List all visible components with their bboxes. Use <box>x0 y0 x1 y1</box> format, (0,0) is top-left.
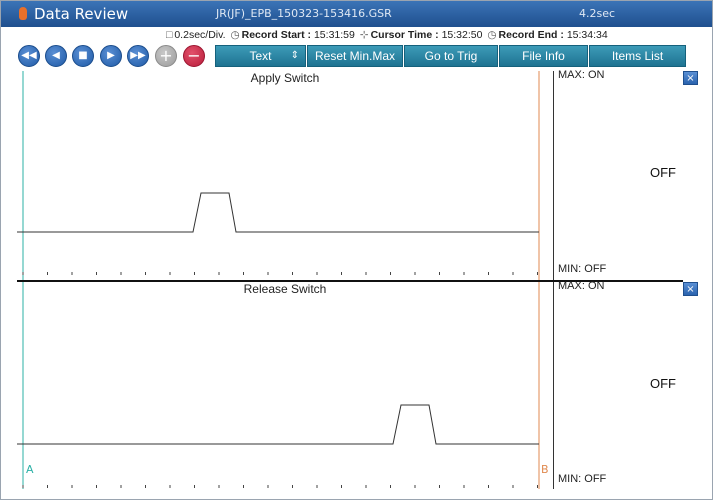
go-to-trig-button[interactable]: Go to Trig <box>404 45 498 67</box>
div-icon: □ <box>166 29 173 41</box>
release-switch-side: MAX: ON OFF MIN: OFF <box>553 280 682 489</box>
forward-fast-button[interactable]: ▶▶ <box>127 45 149 67</box>
file-name: JR(JF)_EPB_150323-153416.GSR <box>216 7 392 20</box>
play-icon: ▶ <box>107 50 115 61</box>
apply-switch-plot[interactable]: Apply Switch <box>17 71 553 280</box>
close-panel-button[interactable]: × <box>683 282 698 296</box>
close-icon: × <box>686 73 695 84</box>
app-icon <box>19 7 27 20</box>
max-label: MAX: ON <box>558 280 605 292</box>
text-select-label: Text <box>249 49 272 63</box>
cursor-time-value: 15:32:50 <box>441 29 483 41</box>
text-select[interactable]: Text ⇕ <box>215 45 306 67</box>
minus-icon: − <box>187 46 201 65</box>
current-value: OFF <box>650 376 676 391</box>
clock-end-icon: ◷ <box>487 29 497 41</box>
updown-icon: ⇕ <box>290 50 299 61</box>
min-label: MIN: OFF <box>558 263 607 275</box>
stop-button[interactable]: ■ <box>72 45 94 67</box>
max-label: MAX: ON <box>558 69 605 81</box>
cursor-time-label: Cursor Time : <box>370 29 439 41</box>
stop-icon: ■ <box>78 50 88 61</box>
release-switch-plot[interactable]: Release Switch A B <box>17 282 553 489</box>
window-title: Data Review <box>34 5 129 23</box>
time-axis-ticks <box>22 485 538 488</box>
close-icon: × <box>686 284 695 295</box>
title-bar: Data Review JR(JF)_EPB_150323-153416.GSR… <box>1 1 712 27</box>
file-info-button[interactable]: File Info <box>499 45 588 67</box>
info-line: □ 0.2sec/Div. ◷ Record Start : 15:31:59 ⊹ C… <box>164 29 608 43</box>
rewind-fast-icon: ◀◀ <box>21 50 37 61</box>
close-panel-button[interactable]: × <box>683 71 698 85</box>
apply-switch-waveform <box>17 71 540 280</box>
signal-trace <box>17 192 539 233</box>
release-switch-waveform <box>17 282 540 489</box>
signal-trace <box>17 404 539 445</box>
items-list-button[interactable]: Items List <box>589 45 686 67</box>
data-review-window: Data Review JR(JF)_EPB_150323-153416.GSR… <box>0 0 713 500</box>
step-back-button[interactable]: ◀ <box>45 45 67 67</box>
reset-minmax-button[interactable]: Reset Min.Max <box>307 45 403 67</box>
zoom-in-button[interactable]: + <box>155 45 177 67</box>
record-end-value: 15:34:34 <box>566 29 608 41</box>
min-label: MIN: OFF <box>558 473 607 485</box>
current-value: OFF <box>650 165 676 180</box>
plus-icon: + <box>159 46 173 65</box>
step-back-icon: ◀ <box>52 50 60 61</box>
time-axis-ticks <box>22 272 538 275</box>
rewind-fast-button[interactable]: ◀◀ <box>18 45 40 67</box>
record-start-value: 15:31:59 <box>313 29 355 41</box>
record-start-label: Record Start : <box>241 29 312 41</box>
zoom-out-button[interactable]: − <box>183 45 205 67</box>
cursor-b-label: B <box>541 463 549 476</box>
record-end-label: Record End : <box>498 29 564 41</box>
step-forward-button[interactable]: ▶ <box>100 45 122 67</box>
forward-fast-icon: ▶▶ <box>130 50 146 61</box>
duration-label: 4.2sec <box>579 7 616 20</box>
time-per-div: 0.2sec/Div. <box>174 29 226 41</box>
crosshair-icon: ⊹ <box>359 29 369 41</box>
cursor-a-label: A <box>26 463 34 476</box>
clock-icon: ◷ <box>230 29 240 41</box>
apply-switch-side: MAX: ON OFF MIN: OFF <box>553 69 682 280</box>
